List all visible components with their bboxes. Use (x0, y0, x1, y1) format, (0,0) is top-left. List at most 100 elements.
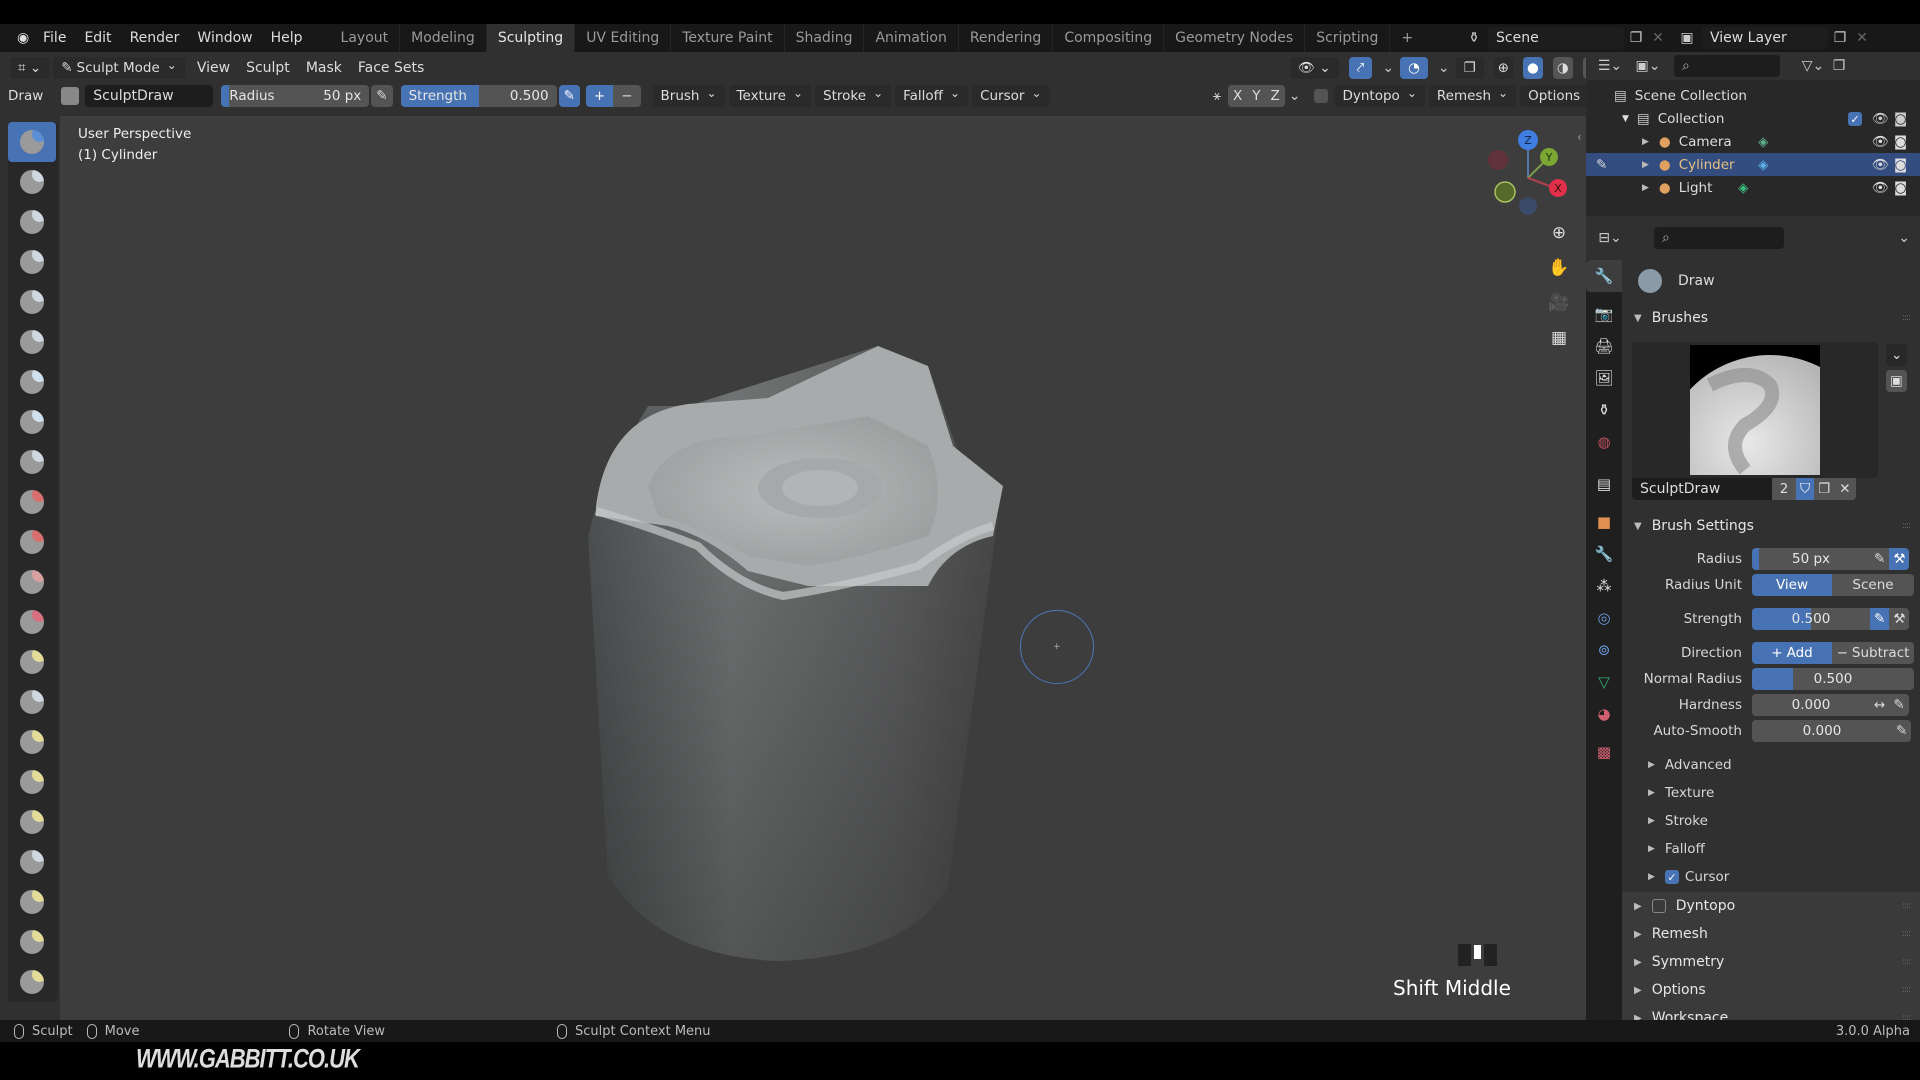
object-name[interactable]: Light (1679, 180, 1713, 196)
neg-y-handle[interactable] (1494, 181, 1516, 203)
properties-search[interactable]: ⌕ (1654, 227, 1784, 249)
navigation-gizmo[interactable]: Z Y X (1480, 126, 1580, 226)
tool-pose[interactable] (8, 882, 56, 922)
object-data-icon[interactable]: ◈ (1758, 157, 1768, 173)
strength-slider[interactable]: 0.500 (1752, 608, 1870, 630)
strength-pressure-icon[interactable]: ✎ (1870, 608, 1890, 630)
overlay-toggle[interactable]: ◔ (1400, 57, 1428, 79)
tab-texture[interactable]: ▩ (1586, 736, 1622, 768)
outliner-item-camera[interactable]: ▶ ● Camera ◈ 👁 ◙ (1586, 130, 1920, 153)
tab-world[interactable]: ◍ (1586, 426, 1622, 458)
brush-custom-icon-toggle[interactable]: ▣ (1886, 370, 1907, 392)
panel-symmetry[interactable]: ▶ Symmetry:::: (1622, 948, 1920, 976)
brush-thumbnail-icon[interactable] (61, 87, 80, 105)
menu-view[interactable]: View (189, 60, 238, 76)
direction-subtract[interactable]: − Subtract (1832, 642, 1914, 664)
new-collection-icon[interactable]: ❐ (1828, 58, 1850, 74)
zoom-view-icon[interactable]: ⊕ (1544, 218, 1574, 248)
visibility-eye-icon[interactable]: 👁 (1872, 134, 1889, 150)
gizmo-toggle[interactable]: ⤤ (1348, 57, 1373, 79)
object-name[interactable]: Camera (1679, 134, 1732, 150)
outliner-item-cylinder[interactable]: ✎ ▶ ● Cylinder ◈ 👁 ◙ (1586, 153, 1920, 176)
mirror-y-toggle[interactable]: Y (1247, 85, 1266, 107)
tab-material[interactable]: ◕ (1586, 698, 1622, 730)
tab-animation[interactable]: Animation (864, 24, 959, 52)
outliner-item-light[interactable]: ▶ ● Light ◈ 👁 ◙ (1586, 176, 1920, 199)
tab-compositing[interactable]: Compositing (1053, 24, 1165, 52)
expand-icon[interactable]: ▶ (1642, 183, 1649, 193)
render-camera-icon[interactable]: ◙ (1894, 111, 1907, 127)
brush-popover[interactable]: Brush (652, 85, 725, 107)
tool-crease[interactable] (8, 442, 56, 482)
tab-physics[interactable]: ◎ (1586, 602, 1622, 634)
object-data-icon[interactable]: ◈ (1738, 180, 1748, 196)
tool-rotate[interactable] (8, 962, 56, 1002)
hardness-invert-icon[interactable]: ↔ (1870, 694, 1890, 716)
radius-unit-view[interactable]: View (1752, 574, 1832, 596)
display-mode-button[interactable]: ▣⌄ (1630, 58, 1666, 74)
tab-collection[interactable]: ▤ (1586, 468, 1622, 500)
dyntopo-checkbox[interactable] (1314, 89, 1329, 103)
xray-toggle[interactable]: ❐ (1455, 57, 1484, 79)
stroke-popover[interactable]: Stroke (815, 85, 892, 107)
object-name[interactable]: Cylinder (1679, 157, 1735, 173)
menu-window[interactable]: Window (188, 30, 261, 46)
radius-slider[interactable]: 50 px (1752, 548, 1870, 570)
tab-layout[interactable]: Layout (330, 24, 401, 52)
subpanel-advanced[interactable]: ▶ Advanced (1648, 754, 1732, 776)
tab-object[interactable]: ■ (1586, 506, 1622, 538)
brushes-panel-header[interactable]: ▼ Brushes :::: (1622, 304, 1920, 332)
cursor-checkbox[interactable]: ✓ (1664, 870, 1679, 884)
scene-field[interactable]: Scene (1488, 27, 1624, 49)
tool-draw[interactable] (8, 122, 56, 162)
auto-smooth-pressure-icon[interactable]: ✎ (1892, 720, 1912, 742)
subpanel-cursor[interactable]: ▶ ✓ Cursor (1648, 866, 1729, 888)
brush-datablock-name[interactable]: SculptDraw (1632, 478, 1772, 500)
remesh-popover[interactable]: Remesh (1428, 85, 1517, 107)
tool-clay-strips[interactable] (8, 242, 56, 282)
editor-type-button[interactable]: ⌗ ⌄ (10, 57, 50, 79)
drag-handle-icon[interactable]: :::: (1902, 313, 1911, 323)
expand-icon[interactable]: ▶ (1642, 137, 1649, 147)
tab-modeling[interactable]: Modeling (400, 24, 487, 52)
mode-selector[interactable]: ✎ Sculpt Mode (53, 57, 185, 79)
new-scene-icon[interactable]: ❐ (1624, 30, 1648, 46)
dyntopo-popover[interactable]: Dyntopo (1334, 85, 1425, 107)
drag-handle-icon[interactable]: :::: (1902, 901, 1911, 911)
menu-file[interactable]: File (34, 30, 75, 46)
unlink-brush-icon[interactable]: ✕ (1834, 478, 1856, 500)
texture-popover[interactable]: Texture (728, 85, 812, 107)
tool-elastic-deform[interactable] (8, 762, 56, 802)
brush-settings-panel-header[interactable]: ▼ Brush Settings :::: (1622, 512, 1920, 540)
shading-material[interactable]: ◑ (1552, 57, 1573, 79)
strength-pressure-icon[interactable]: ✎ (558, 85, 580, 107)
auto-smooth-slider[interactable]: 0.000 (1752, 720, 1892, 742)
fake-user-shield-icon[interactable]: ⛉ (1796, 478, 1815, 500)
shading-solid[interactable]: ● (1523, 57, 1543, 79)
brush-name-field[interactable]: SculptDraw (85, 85, 214, 107)
menu-render[interactable]: Render (121, 30, 189, 46)
tab-geometry-nodes[interactable]: Geometry Nodes (1164, 24, 1306, 52)
neg-z-handle[interactable] (1519, 197, 1537, 215)
tool-draw-sharp[interactable] (8, 162, 56, 202)
visibility-eye-icon[interactable]: 👁 (1872, 157, 1889, 173)
subpanel-falloff[interactable]: ▶ Falloff (1648, 838, 1705, 860)
neg-x-handle[interactable] (1488, 150, 1508, 170)
subpanel-texture[interactable]: ▶ Texture (1648, 782, 1714, 804)
symmetry-dropdown[interactable]: ⌄ (1289, 88, 1301, 104)
tool-layer[interactable] (8, 322, 56, 362)
shading-wireframe[interactable]: ⊕ (1493, 57, 1514, 79)
menu-face-sets[interactable]: Face Sets (350, 60, 432, 76)
new-view-layer-icon[interactable]: ❐ (1828, 30, 1852, 46)
tool-flatten[interactable] (8, 522, 56, 562)
tool-pinch[interactable] (8, 682, 56, 722)
tool-fill[interactable] (8, 562, 56, 602)
overlay-dropdown[interactable]: ⌄ (1438, 60, 1450, 76)
tab-texture-paint[interactable]: Texture Paint (671, 24, 785, 52)
view-layer-icon[interactable]: ▣ (1672, 30, 1702, 46)
tool-grab[interactable] (8, 722, 56, 762)
drag-handle-icon[interactable]: :::: (1902, 985, 1911, 995)
mirror-z-toggle[interactable]: Z (1265, 85, 1285, 107)
panel-options[interactable]: ▶ Options:::: (1622, 976, 1920, 1004)
direction-add[interactable]: + Add (1752, 642, 1832, 664)
